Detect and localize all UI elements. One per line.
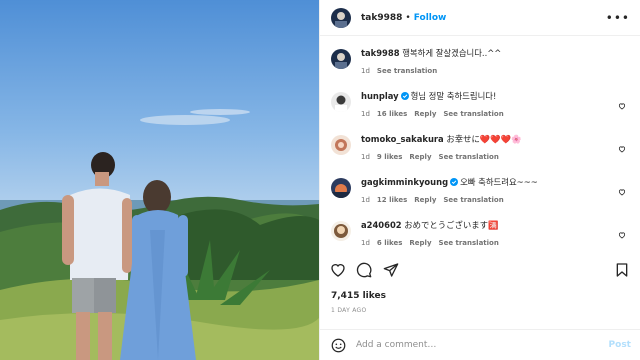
like-heart-icon[interactable] bbox=[330, 262, 346, 278]
comment-username[interactable]: hunplay bbox=[361, 91, 399, 101]
reply-button[interactable]: Reply bbox=[414, 110, 436, 118]
comment-age[interactable]: 1d bbox=[361, 110, 370, 118]
caption: tak9988 행복하게 잘살겠습니다..^^ 1d See translatio… bbox=[331, 48, 632, 75]
emoji-icon[interactable] bbox=[331, 338, 346, 353]
commenter-avatar[interactable] bbox=[331, 135, 351, 155]
author-avatar[interactable] bbox=[331, 7, 351, 28]
comment-age[interactable]: 1d bbox=[361, 196, 370, 204]
more-options-icon[interactable]: ••• bbox=[606, 11, 630, 25]
instagram-post: tak9988 • Follow ••• tak9988 행복하게 잘살겠습니다… bbox=[0, 0, 640, 360]
caption-text: 행복하게 잘살겠습니다..^^ bbox=[402, 48, 502, 58]
comment-text: 형님 정말 축하드립니다! bbox=[410, 91, 497, 101]
comment-age[interactable]: 1d bbox=[361, 239, 370, 247]
see-translation-button[interactable]: See translation bbox=[443, 196, 503, 204]
comment-text: お幸せに❤️❤️❤️🌸 bbox=[446, 134, 522, 144]
caption-age[interactable]: 1d bbox=[361, 67, 370, 75]
post-comment-button[interactable]: Post bbox=[609, 340, 631, 350]
comment-username[interactable]: a240602 bbox=[361, 220, 402, 230]
comment-likes[interactable]: 6 likes bbox=[377, 239, 403, 247]
post-date: 1 DAY AGO bbox=[331, 307, 367, 314]
couple-photo-illustration bbox=[0, 0, 319, 360]
comment-item: gagkimminkyoung 오빠 축하드려요~~~ 1d 12 likes Rep… bbox=[331, 177, 632, 204]
post-actions bbox=[330, 262, 630, 282]
see-translation-button[interactable]: See translation bbox=[439, 239, 499, 247]
verified-badge-icon bbox=[400, 92, 409, 100]
comment-likes[interactable]: 9 likes bbox=[377, 153, 403, 161]
commenter-avatar[interactable] bbox=[331, 92, 351, 112]
reply-button[interactable]: Reply bbox=[409, 239, 431, 247]
post-header: tak9988 • Follow ••• bbox=[320, 0, 640, 36]
add-comment-bar: Add a comment… Post bbox=[320, 329, 640, 360]
author-username[interactable]: tak9988 bbox=[361, 13, 402, 23]
comment-username[interactable]: gagkimminkyoung bbox=[361, 177, 448, 187]
post-side-panel: tak9988 • Follow ••• tak9988 행복하게 잘살겠습니다… bbox=[319, 0, 640, 360]
caption-see-translation[interactable]: See translation bbox=[377, 67, 437, 75]
commenter-avatar[interactable] bbox=[331, 221, 351, 241]
comment-bubble-icon[interactable] bbox=[356, 262, 372, 278]
comment-text: 오빠 축하드려요~~~ bbox=[460, 177, 538, 187]
follow-button[interactable]: Follow bbox=[414, 13, 447, 23]
verified-badge-icon bbox=[450, 178, 459, 186]
reply-button[interactable]: Reply bbox=[409, 153, 431, 161]
comment-likes[interactable]: 12 likes bbox=[377, 196, 407, 204]
see-translation-button[interactable]: See translation bbox=[439, 153, 499, 161]
add-comment-input[interactable]: Add a comment… bbox=[356, 340, 609, 350]
see-translation-button[interactable]: See translation bbox=[443, 110, 503, 118]
comment-likes[interactable]: 16 likes bbox=[377, 110, 407, 118]
share-send-icon[interactable] bbox=[383, 262, 399, 278]
comment-age[interactable]: 1d bbox=[361, 153, 370, 161]
commenter-avatar[interactable] bbox=[331, 178, 351, 198]
reply-button[interactable]: Reply bbox=[414, 196, 436, 204]
comments-list: tak9988 행복하게 잘살겠습니다..^^ 1d See translatio… bbox=[320, 36, 640, 258]
post-photo[interactable] bbox=[0, 0, 319, 360]
like-comment-heart-icon[interactable] bbox=[618, 188, 626, 196]
comment-username[interactable]: tomoko_sakakura bbox=[361, 134, 444, 144]
caption-avatar[interactable] bbox=[331, 49, 351, 69]
comment-text: おめでとうございます🈵 bbox=[404, 220, 499, 230]
save-bookmark-icon[interactable] bbox=[614, 262, 630, 278]
like-comment-heart-icon[interactable] bbox=[618, 102, 626, 110]
caption-username[interactable]: tak9988 bbox=[361, 48, 400, 58]
separator-dot: • bbox=[405, 12, 411, 23]
comment-item: a240602 おめでとうございます🈵 1d 6 likes Reply See tr… bbox=[331, 220, 632, 247]
like-comment-heart-icon[interactable] bbox=[618, 231, 626, 239]
comment-item: tomoko_sakakura お幸せに❤️❤️❤️🌸 1d 9 likes Rep… bbox=[331, 134, 632, 161]
comment-item: hunplay 형님 정말 축하드립니다! 1d 16 likes Reply See … bbox=[331, 91, 632, 118]
like-comment-heart-icon[interactable] bbox=[618, 145, 626, 153]
likes-count[interactable]: 7,415 likes bbox=[331, 291, 386, 301]
